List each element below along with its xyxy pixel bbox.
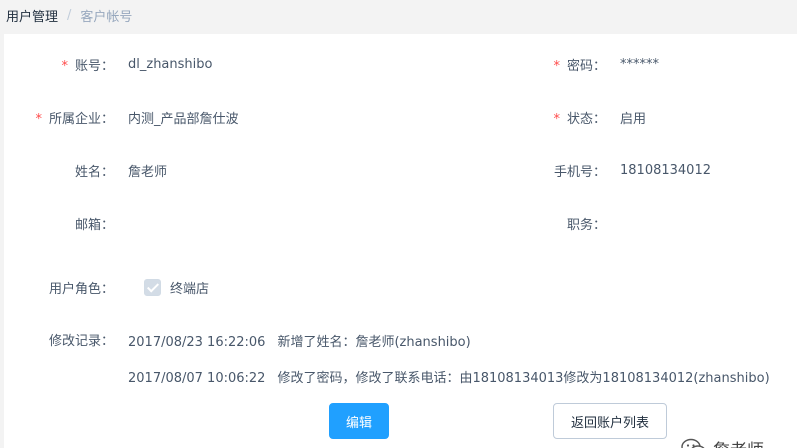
name-value: 詹老师 xyxy=(128,164,168,180)
company-label: * 所属企业： xyxy=(35,111,114,127)
name-field: 姓名： 詹老师 xyxy=(4,160,167,180)
status-field: * 状态： 启用 xyxy=(524,107,646,127)
required-mark: * xyxy=(35,111,42,127)
account-label: * 账号： xyxy=(61,58,114,74)
history-entry-text: 新增了姓名：詹老师(zhanshibo) xyxy=(277,335,471,350)
company-field: * 所属企业： 内测_产品部詹仕波 xyxy=(4,107,239,127)
position-field: 职务： xyxy=(524,213,620,233)
history-entry-text: 修改了密码，修改了联系电话：由18108134013修改为18108134012… xyxy=(277,371,770,386)
breadcrumb: 用户管理 / 客户帐号 xyxy=(6,6,133,25)
phone-value: 18108134012 xyxy=(620,162,711,178)
password-field: * 密码： ****** xyxy=(524,54,659,74)
back-to-list-button[interactable]: 返回账户列表 xyxy=(553,403,667,439)
account-field: * 账号： dl_zhanshibo xyxy=(4,54,212,74)
role-field: 用户角色： 终端店 xyxy=(4,277,209,297)
history-entry-time: 2017/08/07 10:06:22 xyxy=(128,371,266,386)
history-entry-time: 2017/08/23 16:22:06 xyxy=(128,335,266,350)
watermark-text: 詹老师 xyxy=(713,436,764,448)
history-entry: 2017/08/23 16:22:06 新增了姓名：詹老师(zhanshibo) xyxy=(128,331,471,350)
history-entry: 2017/08/07 10:06:22 修改了密码，修改了联系电话：由181081… xyxy=(128,367,770,386)
role-label: 用户角色： xyxy=(48,281,114,297)
breadcrumb-parent[interactable]: 用户管理 xyxy=(6,6,58,25)
edit-button[interactable]: 编辑 xyxy=(329,403,389,439)
watermark: 詹老师 xyxy=(681,436,764,448)
company-value: 内测_产品部詹仕波 xyxy=(128,111,239,127)
password-value: ****** xyxy=(620,56,659,72)
required-mark: * xyxy=(61,58,68,74)
email-label: 邮箱： xyxy=(74,217,114,233)
role-checkbox[interactable] xyxy=(144,278,161,296)
required-mark: * xyxy=(553,58,560,74)
phone-label: 手机号： xyxy=(553,164,606,180)
password-label: * 密码： xyxy=(553,58,606,74)
status-value: 启用 xyxy=(620,111,647,127)
name-label: 姓名： xyxy=(74,164,114,180)
required-mark: * xyxy=(553,111,560,127)
breadcrumb-current: 客户帐号 xyxy=(80,9,133,25)
account-detail-panel: * 账号： dl_zhanshibo * 密码： ****** * 所属企业： 内测_… xyxy=(4,34,797,448)
breadcrumb-separator: / xyxy=(67,7,72,23)
wechat-icon xyxy=(681,438,705,448)
role-option-label: 终端店 xyxy=(170,281,210,297)
email-field: 邮箱： xyxy=(4,213,128,233)
account-value: dl_zhanshibo xyxy=(128,56,213,72)
position-label: 职务： xyxy=(566,217,606,233)
history-field: 修改记录： xyxy=(4,329,114,349)
phone-field: 手机号： 18108134012 xyxy=(524,160,711,180)
history-label: 修改记录： xyxy=(48,333,114,349)
status-label: * 状态： xyxy=(553,111,606,127)
